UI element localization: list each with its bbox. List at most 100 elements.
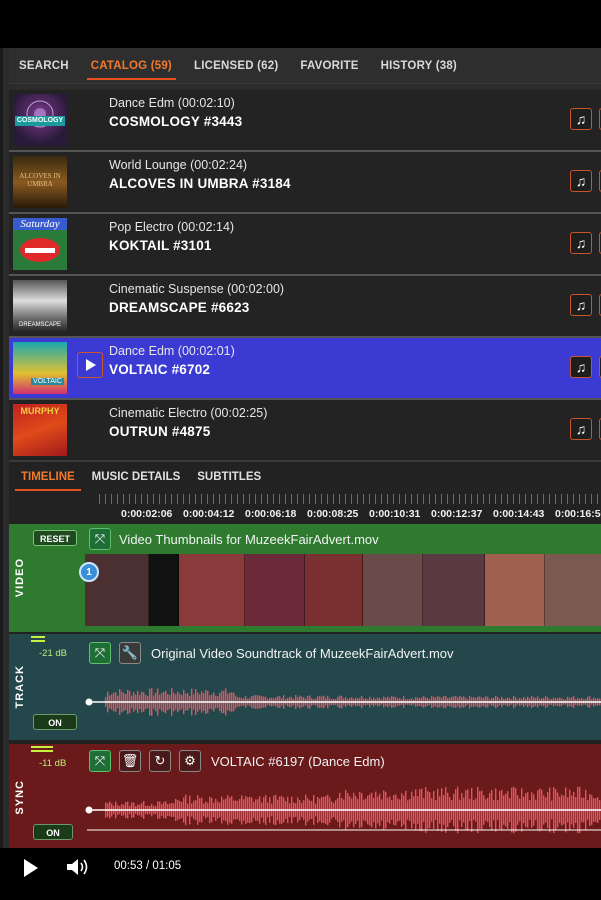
track-row[interactable]: MURPHY Cinematic Electro (00:02:25) OUTR… — [9, 400, 601, 462]
trash-icon: 🗑 — [121, 753, 139, 768]
volume-level-bar[interactable] — [31, 636, 45, 642]
lane-side-label: VIDEO — [14, 558, 26, 598]
soundtrack-waveform[interactable] — [85, 672, 601, 722]
tick-label: 0:00:10:31 — [369, 508, 421, 520]
collapse-icon: ⤧ — [94, 531, 106, 546]
music-waveform[interactable] — [85, 780, 601, 840]
tick-label: 0:00:12:37 — [431, 508, 483, 520]
video-thumbnail-strip[interactable] — [85, 554, 601, 626]
video-frame — [179, 554, 245, 626]
volume-level-bar[interactable] — [31, 746, 53, 752]
music-library-panel: SEARCH CATALOG (59) LICENSED (62) FAVORI… — [0, 48, 601, 856]
track-title: KOKTAIL #3101 — [109, 238, 212, 253]
album-cover: ALCOVES IN UMBRA — [13, 156, 67, 208]
music-note-button[interactable]: ♫ — [570, 356, 592, 378]
track-row-selected[interactable]: VOLTAIC Dance Edm (00:02:01) VOLTAIC #67… — [9, 338, 601, 400]
track-title: COSMOLOGY #3443 — [109, 114, 243, 129]
music-note-button[interactable]: ♫ — [570, 418, 592, 440]
volume-icon[interactable] — [66, 857, 92, 877]
album-cover-text: COSMOLOGY — [16, 117, 64, 124]
track-genre: Pop Electro (00:02:14) — [109, 220, 235, 234]
playback-time: 00:53 / 01:05 — [114, 860, 182, 872]
video-player-controls: 00:53 / 01:05 — [0, 848, 601, 888]
on-toggle[interactable]: ON — [33, 714, 77, 730]
wrench-icon: 🔧 — [121, 645, 139, 660]
collapse-button[interactable]: ⤧ — [89, 750, 111, 772]
music-note-button[interactable]: ♫ — [570, 170, 592, 192]
tab-catalog[interactable]: CATALOG (59) — [86, 48, 177, 84]
tick-label: 0:00:08:25 — [307, 508, 359, 520]
library-tabs: SEARCH CATALOG (59) LICENSED (62) FAVORI… — [9, 48, 601, 84]
video-frame — [245, 554, 305, 626]
track-row[interactable]: DREAMSCAPE Cinematic Suspense (00:02:00)… — [9, 276, 601, 338]
collapse-button[interactable]: ⤧ — [89, 528, 111, 550]
tab-timeline[interactable]: TIMELINE — [15, 461, 81, 493]
track-row[interactable]: Saturday Pop Electro (00:02:14) KOKTAIL … — [9, 214, 601, 276]
collapse-icon: ⤧ — [94, 753, 106, 768]
music-note-icon: ♫ — [575, 297, 587, 313]
track-genre: Cinematic Suspense (00:02:00) — [109, 282, 285, 296]
marker-badge[interactable]: 1 — [79, 562, 99, 582]
soundtrack-lane: TRACK -21 dB ⤧ 🔧 Original Video Soundtra… — [9, 634, 601, 740]
track-title: VOLTAIC #6702 — [109, 362, 211, 377]
editor-tabs: TIMELINE MUSIC DETAILS SUBTITLES — [9, 460, 601, 492]
play-preview-button[interactable] — [77, 352, 103, 378]
album-cover-text: ALCOVES IN UMBRA — [19, 172, 61, 188]
lane-side-label: TRACK — [14, 665, 26, 709]
track-row[interactable]: COSMOLOGY Dance Edm (00:02:10) COSMOLOGY… — [9, 90, 601, 152]
music-note-icon: ♫ — [575, 173, 587, 189]
album-cover-text: VOLTAIC — [31, 378, 64, 385]
collapse-icon: ⤧ — [94, 645, 106, 660]
video-frame — [305, 554, 363, 626]
music-note-button[interactable]: ♫ — [570, 108, 592, 130]
volume-db-label: -21 dB — [39, 648, 67, 659]
collapse-button[interactable]: ⤧ — [89, 642, 111, 664]
music-note-icon: ♫ — [575, 421, 587, 437]
tab-favorite[interactable]: FAVORITE — [300, 48, 358, 84]
track-title: ALCOVES IN UMBRA #3184 — [109, 176, 291, 191]
album-cover-text: MURPHY — [20, 406, 60, 416]
tab-subtitles[interactable]: SUBTITLES — [197, 461, 261, 493]
album-cover: DREAMSCAPE — [13, 280, 67, 332]
delete-button[interactable]: 🗑 — [119, 750, 141, 772]
video-frame — [485, 554, 545, 626]
lane-side-label: SYNC — [14, 779, 26, 815]
gear-icon: ⚙ — [184, 753, 196, 768]
music-note-button[interactable]: ♫ — [570, 294, 592, 316]
play-icon — [86, 359, 96, 371]
music-note-icon: ♫ — [575, 359, 587, 375]
music-note-icon: ♫ — [575, 235, 587, 251]
tab-history[interactable]: HISTORY (38) — [381, 48, 457, 84]
track-genre: Dance Edm (00:02:10) — [109, 96, 235, 110]
music-note-icon: ♫ — [575, 111, 587, 127]
settings-button[interactable]: ⚙ — [179, 750, 201, 772]
tab-search[interactable]: SEARCH — [19, 48, 69, 84]
timeline-ruler[interactable]: 0:00:02:06 0:00:04:12 0:00:06:18 0:00:08… — [99, 494, 601, 524]
sync-lane-title: VOLTAIC #6197 (Dance Edm) — [211, 754, 385, 769]
track-genre: Cinematic Electro (00:02:25) — [109, 406, 268, 420]
video-frame — [423, 554, 485, 626]
reset-button[interactable]: RESET — [33, 530, 77, 546]
track-list: COSMOLOGY Dance Edm (00:02:10) COSMOLOGY… — [9, 90, 601, 462]
music-note-button[interactable]: ♫ — [570, 232, 592, 254]
tick-label: 0:00:02:06 — [121, 508, 173, 520]
editor-panel: TIMELINE MUSIC DETAILS SUBTITLES 0:00:02… — [9, 460, 601, 856]
track-title: OUTRUN #4875 — [109, 424, 211, 439]
settings-button[interactable]: 🔧 — [119, 642, 141, 664]
play-icon[interactable] — [22, 858, 40, 878]
tick-label: 0:00:04:12 — [183, 508, 235, 520]
video-lane: VIDEO RESET ⤧ Video Thumbnails for Muzee… — [9, 524, 601, 632]
track-genre: Dance Edm (00:02:01) — [109, 344, 235, 358]
ruler-ticks — [99, 494, 601, 504]
on-toggle[interactable]: ON — [33, 824, 73, 840]
refresh-icon: ↻ — [154, 753, 166, 768]
refresh-button[interactable]: ↻ — [149, 750, 171, 772]
album-cover: VOLTAIC — [13, 342, 67, 394]
track-row[interactable]: ALCOVES IN UMBRA World Lounge (00:02:24)… — [9, 152, 601, 214]
video-frame — [545, 554, 601, 626]
album-cover: Saturday — [13, 218, 67, 270]
tab-licensed[interactable]: LICENSED (62) — [194, 48, 278, 84]
tick-label: 0:00:14:43 — [493, 508, 545, 520]
album-cover: COSMOLOGY — [13, 94, 67, 146]
tab-music-details[interactable]: MUSIC DETAILS — [92, 461, 181, 493]
